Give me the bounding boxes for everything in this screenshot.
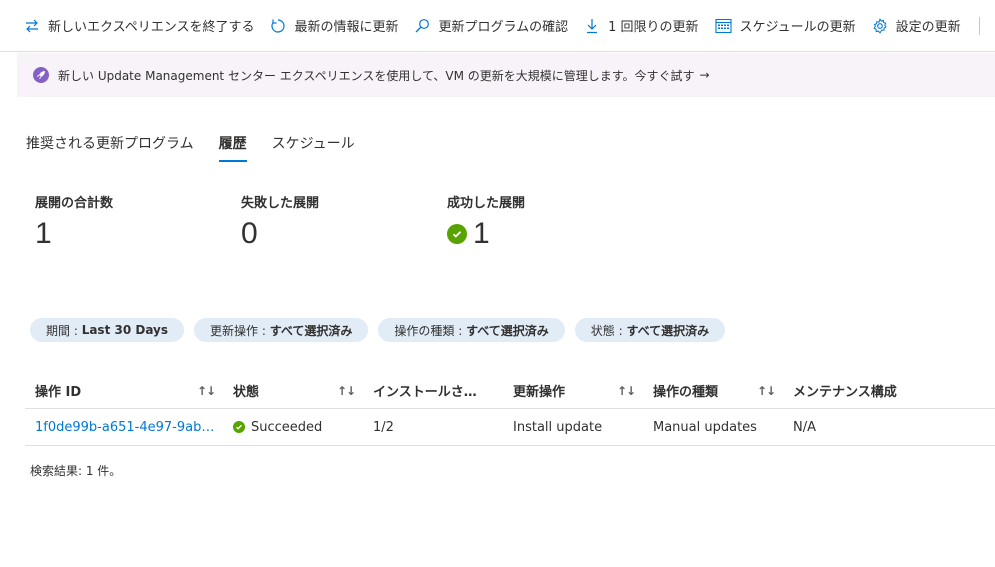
filter-key: 操作の種類 :: [394, 323, 463, 338]
filter-value: すべて選択済み: [626, 323, 710, 338]
rocket-icon: [33, 67, 49, 83]
operation-id-link[interactable]: 1f0de99b-a651-4e97-9ab7-ba...: [35, 420, 220, 435]
filter-operation-type[interactable]: 操作の種類 : すべて選択済み: [378, 318, 565, 342]
operation-type-cell: Manual updates: [653, 419, 757, 435]
filter-value: すべて選択済み: [269, 323, 353, 338]
filter-update-operation[interactable]: 更新操作 : すべて選択済み: [194, 318, 369, 342]
installed-cell: 1/2: [373, 419, 394, 435]
calendar-icon: [714, 18, 732, 33]
column-header-maintenance-config[interactable]: メンテナンス構成: [793, 381, 897, 400]
command-bar: 新しいエクスペリエンスを終了する 最新の情報に更新 更新プログラムの確認 1 回…: [0, 0, 995, 52]
check-updates-label: 更新プログラムの確認: [438, 20, 569, 35]
schedule-updates-label: スケジュールの更新: [739, 20, 856, 35]
search-icon: [416, 18, 430, 32]
history-table: 操作 ID ↑↓ 状態 ↑↓ インストールされた... 更新操作 ↑↓ 操作の種…: [25, 373, 995, 446]
banner-arrow-icon[interactable]: →: [700, 68, 710, 82]
check-updates-button[interactable]: 更新プログラムの確認: [414, 10, 568, 42]
tab-schedule[interactable]: スケジュール: [272, 134, 355, 162]
update-settings-label: 設定の更新: [895, 20, 961, 35]
gear-icon: [873, 17, 887, 34]
toolbar-divider: [978, 16, 980, 35]
sort-icon[interactable]: ↑↓: [337, 384, 356, 398]
result-count: 検索結果: 1 件。: [30, 464, 122, 478]
exit-new-experience-label: 新しいエクスペリエンスを終了する: [48, 20, 255, 35]
one-time-update-label: 1 回限りの更新: [608, 20, 699, 35]
column-header-update-operation[interactable]: 更新操作: [513, 381, 565, 400]
refresh-label: 最新の情報に更新: [294, 20, 399, 35]
filter-key: 更新操作 :: [210, 323, 266, 338]
sort-icon[interactable]: ↑↓: [757, 384, 776, 398]
metric-failed-deployments: 失敗した展開 0: [241, 192, 319, 251]
column-header-status[interactable]: 状態: [233, 381, 259, 400]
metric-successful-deployments: 成功した展開 1: [447, 192, 525, 251]
success-check-icon: [233, 421, 245, 433]
sort-icon[interactable]: ↑↓: [617, 384, 636, 398]
download-icon: [587, 18, 598, 33]
filter-key: 期間 :: [46, 323, 78, 338]
exit-new-experience-button[interactable]: 新しいエクスペリエンスを終了する: [24, 10, 254, 42]
filter-value: Last 30 Days: [81, 323, 169, 337]
tab-history[interactable]: 履歴: [218, 134, 247, 162]
maintenance-config-cell: N/A: [793, 419, 816, 435]
filter-status[interactable]: 状態 : すべて選択済み: [574, 318, 726, 342]
filter-key: 状態 :: [590, 323, 623, 338]
schedule-updates-button[interactable]: スケジュールの更新: [714, 10, 856, 42]
metric-label: 展開の合計数: [35, 196, 114, 211]
tab-list: 推奨される更新プログラム 履歴 スケジュール: [26, 134, 380, 162]
tab-recommended-updates[interactable]: 推奨される更新プログラム: [26, 134, 194, 162]
table-header-row: 操作 ID ↑↓ 状態 ↑↓ インストールされた... 更新操作 ↑↓ 操作の種…: [25, 373, 995, 409]
column-header-operation-id[interactable]: 操作 ID: [35, 381, 81, 400]
refresh-icon: [271, 18, 286, 33]
switch-arrows-icon: [26, 19, 38, 32]
one-time-update-button[interactable]: 1 回限りの更新: [584, 10, 699, 42]
filter-value: すべて選択済み: [466, 323, 549, 338]
status-text: Succeeded: [251, 419, 323, 435]
metric-value: 1: [473, 217, 490, 250]
refresh-button[interactable]: 最新の情報に更新: [270, 10, 398, 42]
filter-bar: 期間 : Last 30 Days 更新操作 : すべて選択済み 操作の種類 :…: [30, 318, 735, 342]
metric-value: 1: [35, 217, 52, 250]
metric-label: 成功した展開: [447, 196, 526, 211]
table-row[interactable]: 1f0de99b-a651-4e97-9ab7-ba... Succeeded …: [25, 409, 995, 446]
metric-value: 0: [241, 217, 258, 250]
banner-text[interactable]: 新しい Update Management センター エクスペリエンスを使用して…: [58, 67, 695, 84]
update-settings-button[interactable]: 設定の更新: [872, 10, 961, 42]
update-operation-cell: Install update: [513, 419, 603, 435]
status-cell: Succeeded: [233, 420, 322, 435]
column-header-operation-type[interactable]: 操作の種類: [653, 381, 718, 400]
info-banner[interactable]: 新しい Update Management センター エクスペリエンスを使用して…: [17, 53, 995, 97]
filter-period[interactable]: 期間 : Last 30 Days: [30, 318, 185, 342]
column-header-installed[interactable]: インストールされた...: [373, 381, 483, 400]
success-check-icon: [447, 224, 467, 244]
sort-icon[interactable]: ↑↓: [197, 384, 216, 398]
metric-total-deployments: 展開の合計数 1: [35, 192, 113, 251]
metric-label: 失敗した展開: [241, 196, 320, 211]
